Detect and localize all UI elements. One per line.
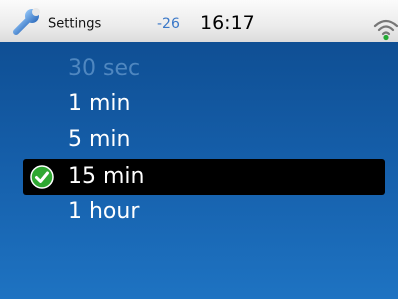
option-30-sec[interactable]: 30 sec	[68, 51, 140, 87]
timeout-options-list: 30 sec 1 min 5 min 15 min 1 hour	[0, 42, 398, 299]
status-bar: Settings -26 16:17	[0, 0, 398, 42]
selected-option-row[interactable]: 15 min	[23, 159, 385, 195]
option-5-min[interactable]: 5 min	[68, 122, 130, 158]
clock: 16:17	[200, 12, 255, 34]
wifi-icon	[373, 19, 398, 41]
app-title: Settings	[48, 16, 102, 32]
option-1-hour[interactable]: 1 hour	[68, 194, 139, 230]
option-1-min[interactable]: 1 min	[68, 86, 130, 122]
check-circle-icon	[30, 165, 54, 189]
option-15-min: 15 min	[68, 164, 145, 189]
signal-strength-value: -26	[157, 16, 180, 32]
wrench-icon	[13, 8, 40, 35]
